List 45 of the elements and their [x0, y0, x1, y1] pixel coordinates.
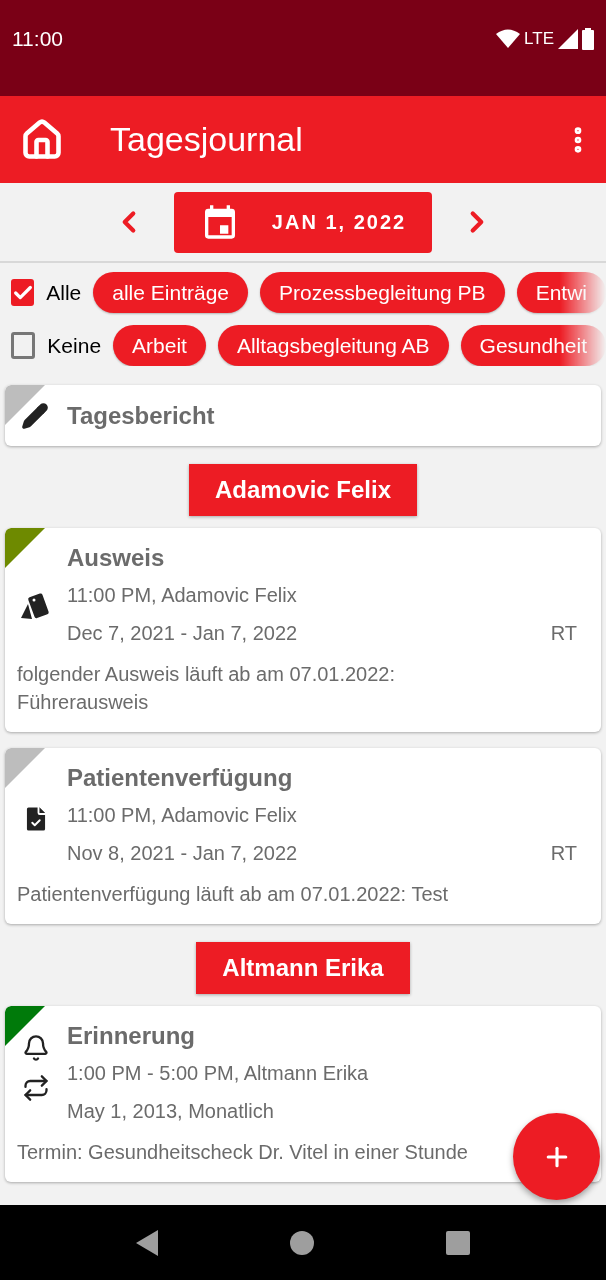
filter-chip[interactable]: Entwi: [516, 272, 606, 313]
entry-description: Patientenverfügung läuft ab am 07.01.2022: Test: [17, 882, 449, 907]
entry-dates: Nov 8, 2021 - Jan 7, 2022: [67, 841, 298, 866]
recents-icon[interactable]: [446, 1230, 470, 1255]
pencil-icon: [21, 401, 49, 430]
repeat-icon: [22, 1074, 50, 1102]
wifi-icon: [496, 29, 521, 49]
entry-time: 1:00 PM - 5:00 PM, Altmann Erika: [67, 1061, 370, 1086]
entry-description: folgender Ausweis läuft ab am 07.01.2022: Führerausweis: [17, 662, 397, 715]
entry-code: RT: [550, 841, 577, 866]
checkbox-label: Keine: [47, 332, 102, 359]
report-card[interactable]: Tagesbericht: [5, 385, 601, 446]
status-time: 11:00: [12, 26, 63, 53]
home-icon[interactable]: [20, 117, 64, 162]
checkbox[interactable]: [11, 279, 35, 306]
person-header: Adamovic Felix: [188, 464, 418, 516]
checkbox[interactable]: [11, 332, 36, 359]
entry-title: Erinnerung: [67, 1021, 196, 1051]
report-label: Tagesbericht: [67, 400, 215, 431]
battery-icon: [582, 28, 594, 50]
person-header: Altmann Erika: [196, 942, 410, 994]
entry-title: Ausweis: [67, 543, 166, 573]
entry-time: 11:00 PM, Adamovic Felix: [67, 803, 298, 828]
entry-description: Termin: Gesundheitscheck Dr. Vitel in einer Stunde: [17, 1140, 468, 1165]
network-label: LTE: [524, 28, 554, 51]
filter-chip[interactable]: Arbeit: [113, 325, 206, 366]
checkbox-label: Alle: [46, 279, 82, 306]
entry-dates: Dec 7, 2021 - Jan 7, 2022: [67, 621, 298, 646]
filter-chip[interactable]: Gesundheit: [460, 325, 606, 366]
entry-title: Patientenverfügung: [67, 763, 294, 793]
filter-chip[interactable]: alle Einträge: [93, 272, 248, 313]
home-circle-icon[interactable]: [290, 1230, 314, 1255]
entry-card[interactable]: Ausweis 11:00 PM, Adamovic Felix Dec 7, 2021 - Jan 7, 2022 RT folgender Ausweis läuft ab am 07.01.2022: Führerausweis: [5, 528, 601, 732]
filter-chip[interactable]: Prozessbegleitung PB: [260, 272, 505, 313]
filter-chip[interactable]: Alltagsbegleitung AB: [217, 325, 449, 366]
back-icon[interactable]: [136, 1229, 158, 1256]
app-title: Tagesjournal: [110, 119, 304, 160]
date-button[interactable]: JAN 1, 2022: [174, 191, 432, 253]
signal-icon: [558, 29, 578, 49]
bell-icon: [22, 1034, 50, 1062]
entry-code: RT: [550, 621, 577, 646]
entry-card[interactable]: Patientenverfügung 11:00 PM, Adamovic Felix Nov 8, 2021 - Jan 7, 2022 RT Patientenverfügung läuft ab am 07.01.2022: Test: [5, 748, 601, 924]
entry-time: 11:00 PM, Adamovic Felix: [67, 583, 298, 608]
entry-dates: May 1, 2013, Monatlich: [67, 1099, 274, 1124]
entry-card[interactable]: Erinnerung 1:00 PM - 5:00 PM, Altmann Erika May 1, 2013, Monatlich Termin: Gesundheitscheck Dr. Vitel in einer Stunde: [5, 1006, 601, 1182]
